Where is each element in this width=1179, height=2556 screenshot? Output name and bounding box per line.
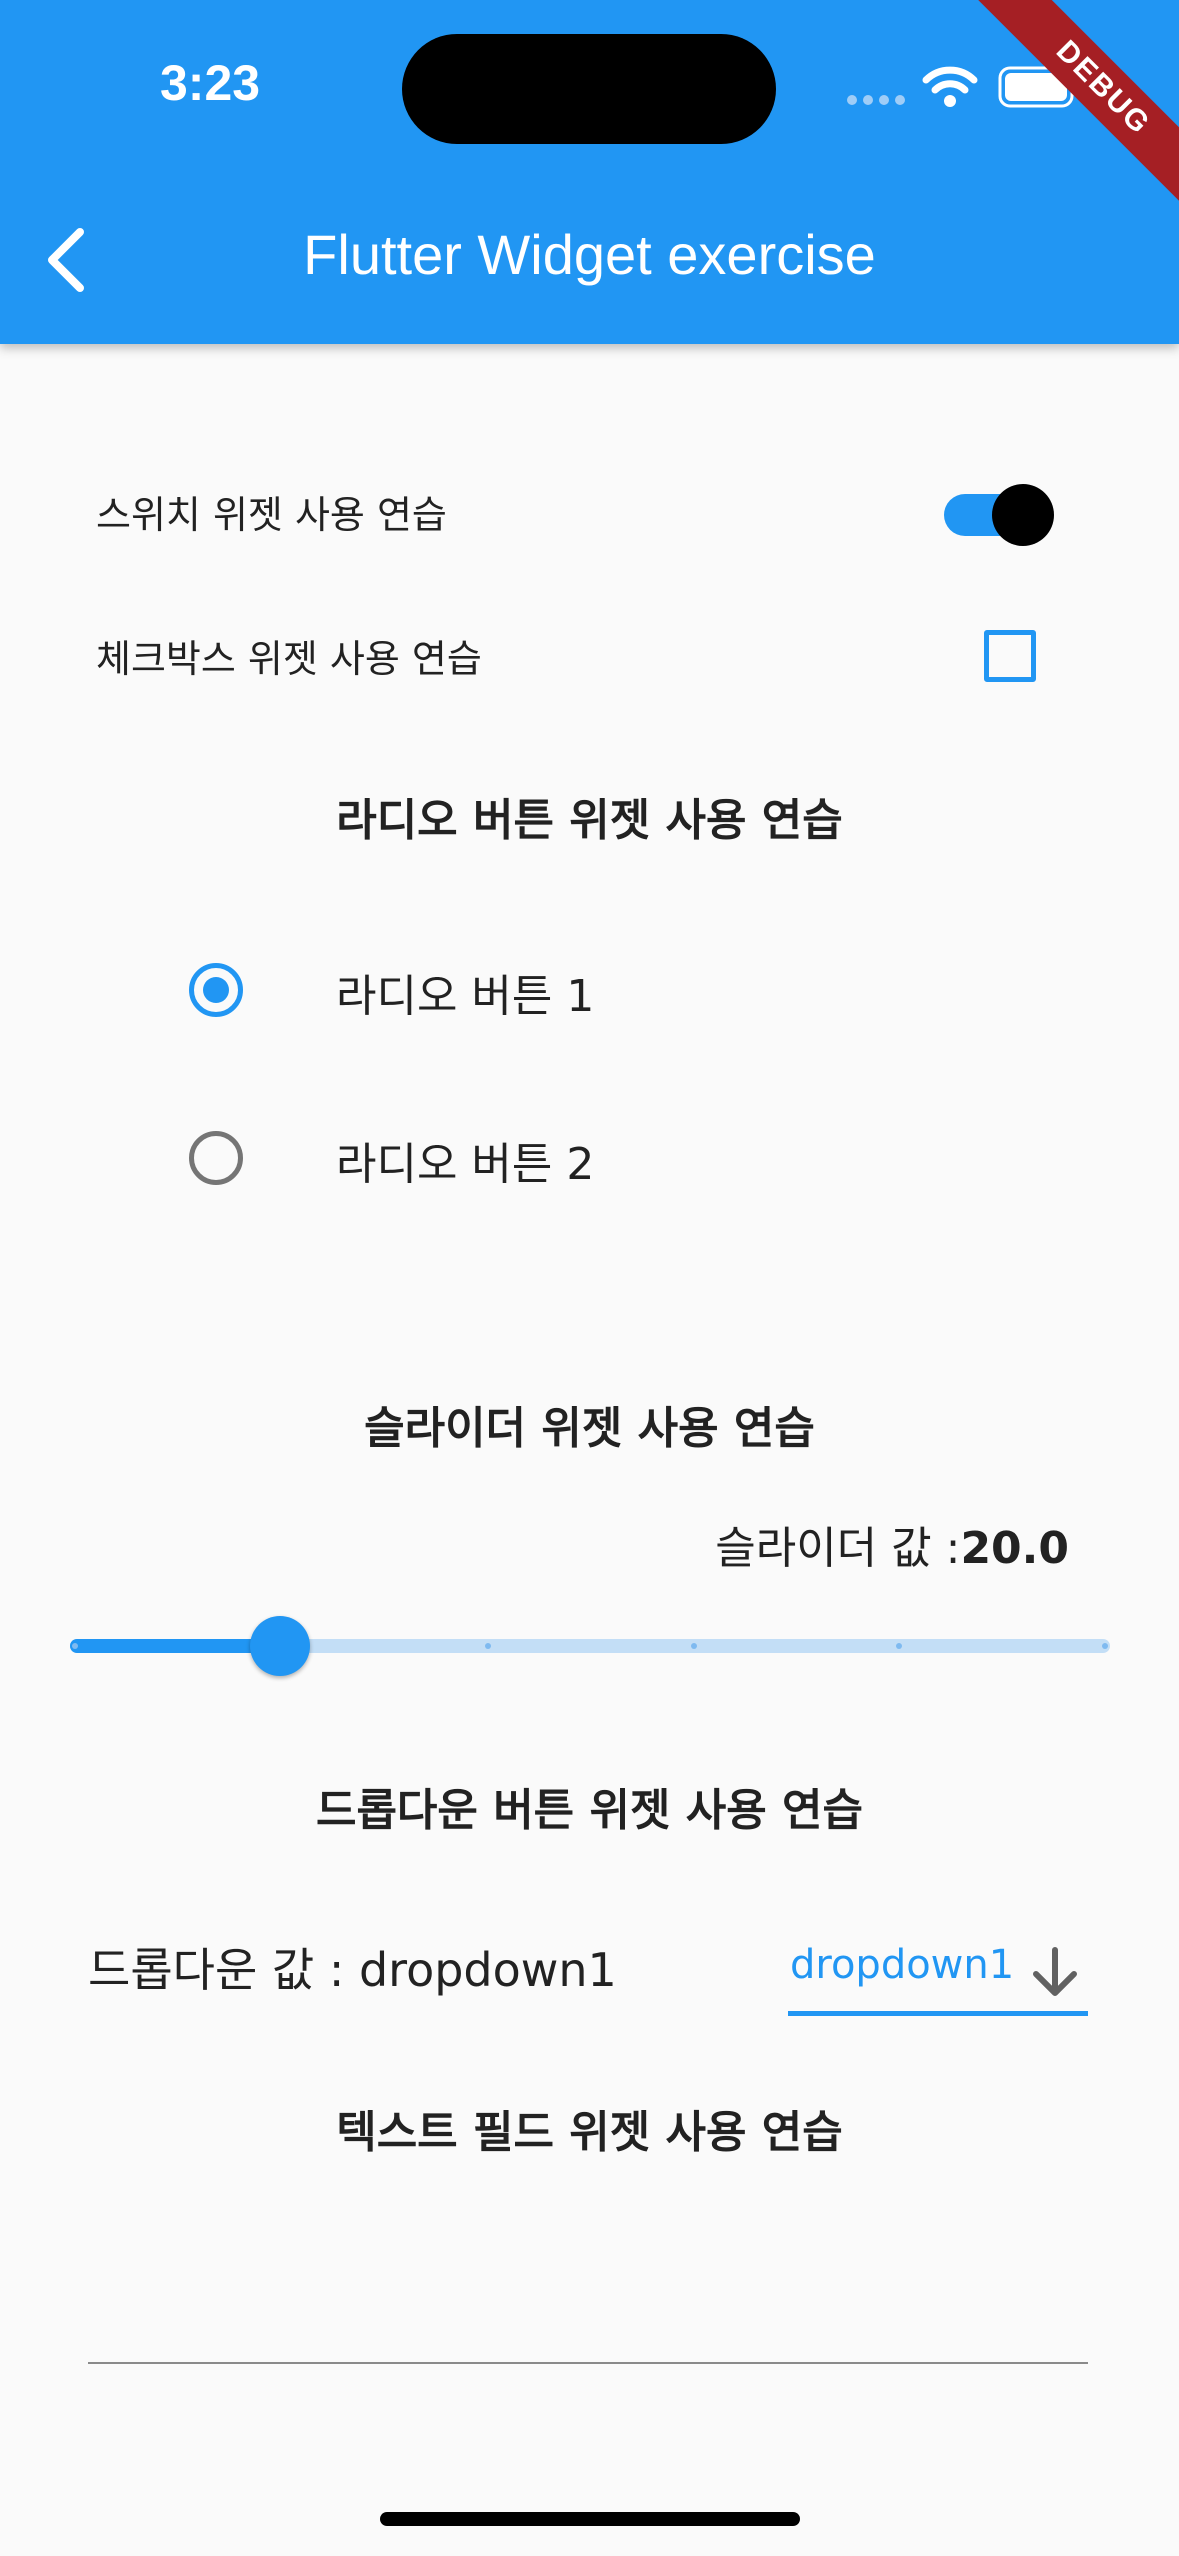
home-indicator (380, 2512, 800, 2526)
textfield-section-title: 텍스트 필드 위젯 사용 연습 (336, 2107, 843, 2158)
arrow-down-icon (1033, 1947, 1077, 1996)
page-title: Flutter Widget exercise (303, 223, 876, 286)
slider-section-title: 슬라이더 위젯 사용 연습 (364, 1403, 815, 1454)
slider-tick (485, 1643, 491, 1649)
radio-section-title: 라디오 버튼 위젯 사용 연습 (336, 795, 843, 846)
status-time: 3:23 (160, 55, 261, 111)
radio-button-1[interactable] (189, 963, 243, 1017)
radio-label-1: 라디오 버튼 1 (336, 971, 595, 1022)
switch-label: 스위치 위젯 사용 연습 (96, 493, 447, 537)
wifi-icon (922, 66, 978, 107)
checkbox-label: 체크박스 위젯 사용 연습 (96, 637, 482, 681)
app-bar: 3:23 DEBUG Flutter Widget exercise (0, 0, 1179, 344)
slider-value-text: 슬라이더 값 :20.0 (715, 1512, 1069, 1576)
app-screen: 3:23 DEBUG Flutter Widget exercise 스위치 위… (0, 0, 1179, 2556)
debug-banner: DEBUG (964, 0, 1179, 227)
practice-dropdown[interactable]: dropdown1 (788, 1918, 1088, 2016)
dropdown-section-title: 드롭다운 버튼 위젯 사용 연습 (315, 1785, 864, 1836)
slider-tick (691, 1643, 697, 1649)
slider-value-number: 20.0 (960, 1523, 1069, 1574)
dynamic-island (402, 34, 776, 144)
cellular-signal-icon (847, 95, 905, 105)
switch-thumb (992, 484, 1054, 546)
slider-tick (896, 1643, 902, 1649)
practice-checkbox[interactable] (984, 630, 1036, 682)
practice-text-field[interactable] (88, 2280, 1088, 2364)
practice-slider[interactable] (70, 1612, 1110, 1682)
slider-value-prefix: 슬라이더 값 : (715, 1523, 961, 1574)
dropdown-selected-value: dropdown1 (790, 1942, 1015, 1988)
dropdown-value-label: 드롭다운 값 : dropdown1 (88, 1943, 617, 1997)
radio-label-2: 라디오 버튼 2 (336, 1139, 595, 1190)
radio-button-2[interactable] (189, 1131, 243, 1185)
slider-tick (1102, 1643, 1108, 1649)
practice-switch[interactable] (940, 478, 1056, 550)
slider-tick (72, 1643, 78, 1649)
slider-active-track (70, 1639, 280, 1653)
slider-thumb[interactable] (250, 1616, 310, 1676)
